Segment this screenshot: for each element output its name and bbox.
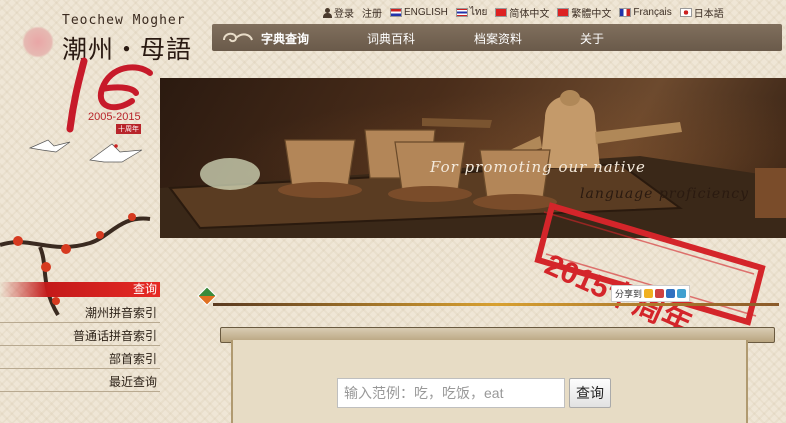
nav-archives[interactable]: 档案资料: [474, 30, 522, 47]
lang-english[interactable]: ENGLISH: [390, 7, 448, 18]
login-label: 登录: [334, 9, 354, 20]
banner-slogan-line1: For promoting our native: [430, 158, 646, 176]
top-links-bar: 登录 注册 ENGLISH ไทย 简体中文 繁體中文 Français 日本語: [323, 5, 728, 20]
sidebar-item-radical-index[interactable]: 部首索引: [0, 349, 160, 369]
nav-dictionary-lookup[interactable]: 字典查询: [261, 30, 309, 47]
hongkong-flag-icon: [557, 8, 570, 17]
lang-traditional-chinese[interactable]: 繁體中文: [557, 5, 611, 20]
section-divider: [213, 303, 779, 306]
user-icon: [323, 7, 332, 18]
cranes-decoration: [28, 139, 143, 163]
lang-label: 日本語: [693, 9, 724, 20]
logo-seal: [22, 26, 54, 58]
lang-thai[interactable]: ไทย: [455, 5, 488, 20]
china-flag-icon: [495, 8, 508, 17]
nav-about[interactable]: 关于: [580, 30, 604, 47]
sidebar-item-teochew-pinyin[interactable]: 潮州拼音索引: [0, 303, 160, 323]
france-flag-icon: [619, 8, 632, 17]
share-qq-icon[interactable]: [677, 289, 687, 298]
anniversary-years: 2005-2015: [88, 111, 141, 123]
share-paw-icon[interactable]: [666, 289, 676, 298]
anniversary-ten-logo: [66, 57, 153, 133]
register-link[interactable]: 注册: [362, 5, 382, 20]
sidebar-item-mandarin-pinyin[interactable]: 普通话拼音索引: [0, 326, 160, 346]
lang-label: 简体中文: [509, 9, 550, 20]
logo-latin-text: Teochew Mogher: [62, 13, 186, 28]
lang-french[interactable]: Français: [619, 7, 672, 18]
japan-flag-icon: [679, 8, 692, 17]
sidebar-item-search[interactable]: 查询: [0, 282, 160, 297]
lang-label: ไทย: [469, 7, 488, 18]
nav-encyclopedia[interactable]: 词典百科: [367, 30, 415, 47]
search-input[interactable]: [337, 378, 565, 408]
thai-flag-icon: [455, 8, 468, 17]
lang-simplified-chinese[interactable]: 简体中文: [495, 5, 549, 20]
share-label: 分享到: [615, 289, 643, 299]
lang-label: Français: [633, 7, 672, 18]
lang-japanese[interactable]: 日本語: [679, 5, 724, 20]
search-button[interactable]: 查询: [569, 378, 611, 408]
uk-flag-icon: [390, 8, 402, 17]
lang-label: ENGLISH: [404, 7, 448, 18]
login-link[interactable]: 登录: [323, 5, 354, 20]
share-weibo-icon[interactable]: [655, 289, 665, 298]
share-star-icon[interactable]: [644, 289, 654, 298]
lang-label: 繁體中文: [571, 9, 612, 20]
sidebar-item-recent[interactable]: 最近查询: [0, 372, 160, 392]
share-bar: 分享到: [611, 285, 691, 302]
swirl-ornament-icon: [223, 32, 253, 43]
